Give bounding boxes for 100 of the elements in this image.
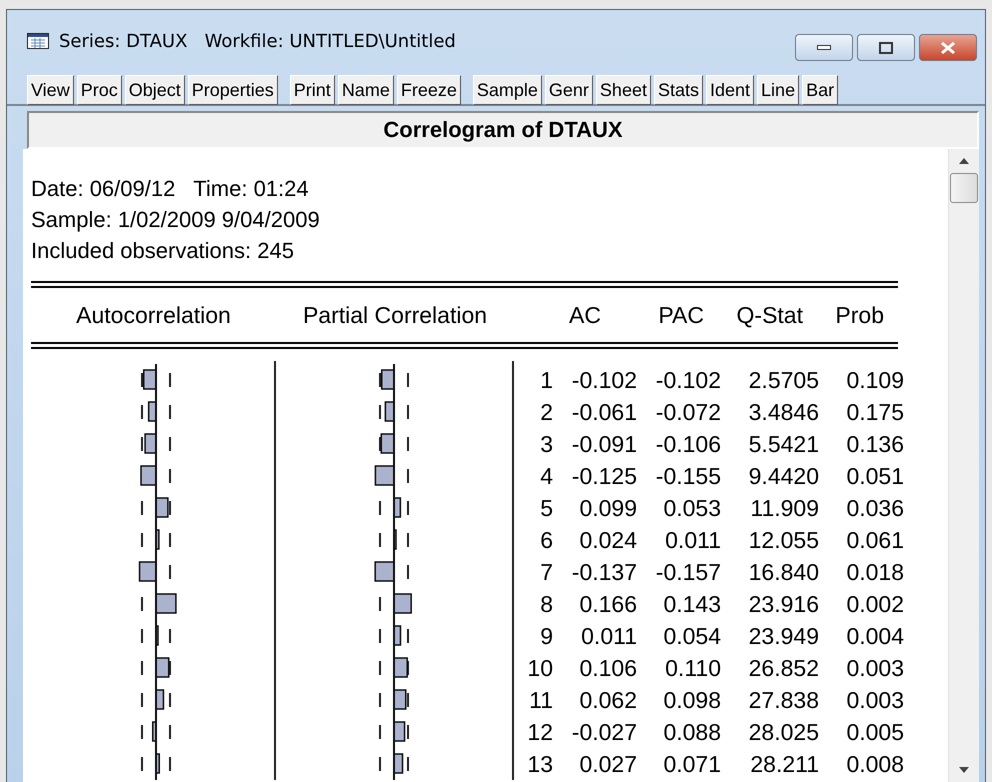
window-title: Series: DTAUX Workfile: UNTITLED\Untitled	[59, 30, 457, 52]
table-cell-text: 0.143	[662, 590, 721, 618]
correlation-bar	[143, 369, 157, 390]
lag-cell-text: 1	[539, 366, 553, 394]
confidence-mark	[169, 437, 171, 451]
correlation-bar	[374, 465, 395, 486]
toolbar-button[interactable]: Ident	[706, 75, 754, 105]
table-cell-text: 28.211	[749, 750, 819, 778]
table-cell-text: 0.061	[845, 526, 904, 554]
table-cell-text: 0.175	[845, 398, 904, 426]
confidence-mark	[169, 725, 171, 739]
confidence-mark	[141, 629, 143, 643]
confidence-mark	[379, 757, 381, 771]
maximize-button[interactable]	[857, 34, 915, 61]
table-cell-text: 2.5705	[748, 366, 819, 394]
column-header: PAC	[657, 302, 704, 328]
table-cell-text: 0.098	[662, 686, 721, 714]
table-cell-text: 0.018	[845, 558, 904, 586]
table-cell-text: -0.091	[570, 430, 637, 458]
lag-cell-text: 13	[526, 750, 553, 778]
confidence-mark	[141, 437, 143, 451]
correlation-bar	[140, 465, 157, 486]
table-cell-text: -0.027	[570, 718, 637, 746]
toolbar-button[interactable]: View	[27, 75, 74, 105]
confidence-mark	[169, 501, 171, 515]
correlation-bar	[380, 433, 395, 454]
table-cell-text: 26.852	[748, 654, 819, 682]
table-cell-text: 0.053	[662, 494, 721, 522]
confidence-mark	[379, 373, 381, 387]
confidence-mark	[169, 757, 171, 771]
table-cell-text: 12.055	[748, 526, 819, 554]
table-cell-text: -0.125	[570, 462, 637, 490]
confidence-mark	[141, 693, 143, 707]
correlation-bar	[155, 593, 177, 614]
table-cell-text: 0.011	[664, 526, 721, 554]
scrollbar-track[interactable]	[948, 149, 979, 782]
correlation-bar	[374, 561, 395, 582]
correlation-bar	[393, 721, 406, 742]
column-header: Autocorrelation	[75, 302, 232, 328]
confidence-mark	[169, 629, 171, 643]
close-button[interactable]	[919, 34, 977, 61]
lag-cell-text: 3	[539, 430, 553, 458]
correlation-bar	[155, 657, 170, 678]
toolbar-button[interactable]: Object	[124, 75, 185, 105]
confidence-mark	[407, 533, 409, 547]
window-icon	[27, 33, 49, 49]
confidence-mark	[169, 405, 171, 419]
table-cell-text: 0.003	[845, 654, 904, 682]
correlation-bar	[393, 593, 412, 614]
down-arrow-icon	[959, 767, 969, 773]
lag-cell-text: 9	[539, 622, 553, 650]
confidence-mark	[407, 469, 409, 483]
table-cell-text: 9.4420	[748, 462, 819, 490]
confidence-mark	[169, 373, 171, 387]
toolbar-button[interactable]: Genr	[544, 75, 593, 105]
table-cell-text: 0.110	[664, 654, 721, 682]
correlation-bar	[138, 561, 157, 582]
table-cell-text: 0.024	[578, 526, 637, 554]
toolbar-button[interactable]: Print	[290, 75, 335, 105]
table-cell-text: -0.102	[570, 366, 637, 394]
toolbar-button[interactable]: Sheet	[596, 75, 651, 105]
table-cell-text: -0.155	[654, 462, 721, 490]
toolbar-button[interactable]: Proc	[76, 75, 122, 105]
confidence-mark	[141, 533, 143, 547]
confidence-mark	[169, 693, 171, 707]
lag-cell-text: 4	[539, 462, 553, 490]
table-cell-text: -0.137	[570, 558, 637, 586]
table-cell-text: 0.054	[662, 622, 721, 650]
correlation-bar	[155, 497, 169, 518]
scroll-thumb[interactable]	[950, 173, 978, 203]
confidence-mark	[141, 661, 143, 675]
table-cell-text: 0.011	[580, 622, 637, 650]
toolbar-button[interactable]: Line	[757, 75, 800, 105]
table-cell-text: 0.088	[662, 718, 721, 746]
up-arrow-icon	[959, 158, 969, 164]
table-cell-text: 23.949	[748, 622, 819, 650]
column-header: Prob	[834, 302, 884, 328]
minimize-button[interactable]	[795, 34, 853, 61]
correlation-bar	[393, 753, 404, 774]
confidence-mark	[407, 629, 409, 643]
toolbar-button[interactable]: Name	[338, 75, 394, 105]
confidence-mark	[407, 757, 409, 771]
toolbar-button[interactable]: Sample	[472, 75, 542, 105]
table-cell-text: 11.909	[749, 494, 819, 522]
correlation-bar	[155, 689, 164, 710]
lag-cell-text: 12	[526, 718, 553, 746]
confidence-mark	[141, 757, 143, 771]
confidence-mark	[141, 725, 143, 739]
toolbar-button[interactable]: Properties	[188, 75, 278, 105]
toolbar-button[interactable]: Stats	[654, 75, 703, 105]
confidence-mark	[407, 725, 409, 739]
table-cell-text: 0.003	[845, 686, 904, 714]
lag-cell-text: 6	[539, 526, 553, 554]
view-title: Correlogram of DTAUX	[383, 117, 623, 143]
column-header: AC	[568, 302, 601, 328]
toolbar-button[interactable]: Bar	[802, 75, 838, 105]
toolbar-button[interactable]: Freeze	[396, 75, 461, 105]
correlation-bar	[393, 657, 408, 678]
confidence-mark	[169, 469, 171, 483]
confidence-mark	[169, 533, 171, 547]
